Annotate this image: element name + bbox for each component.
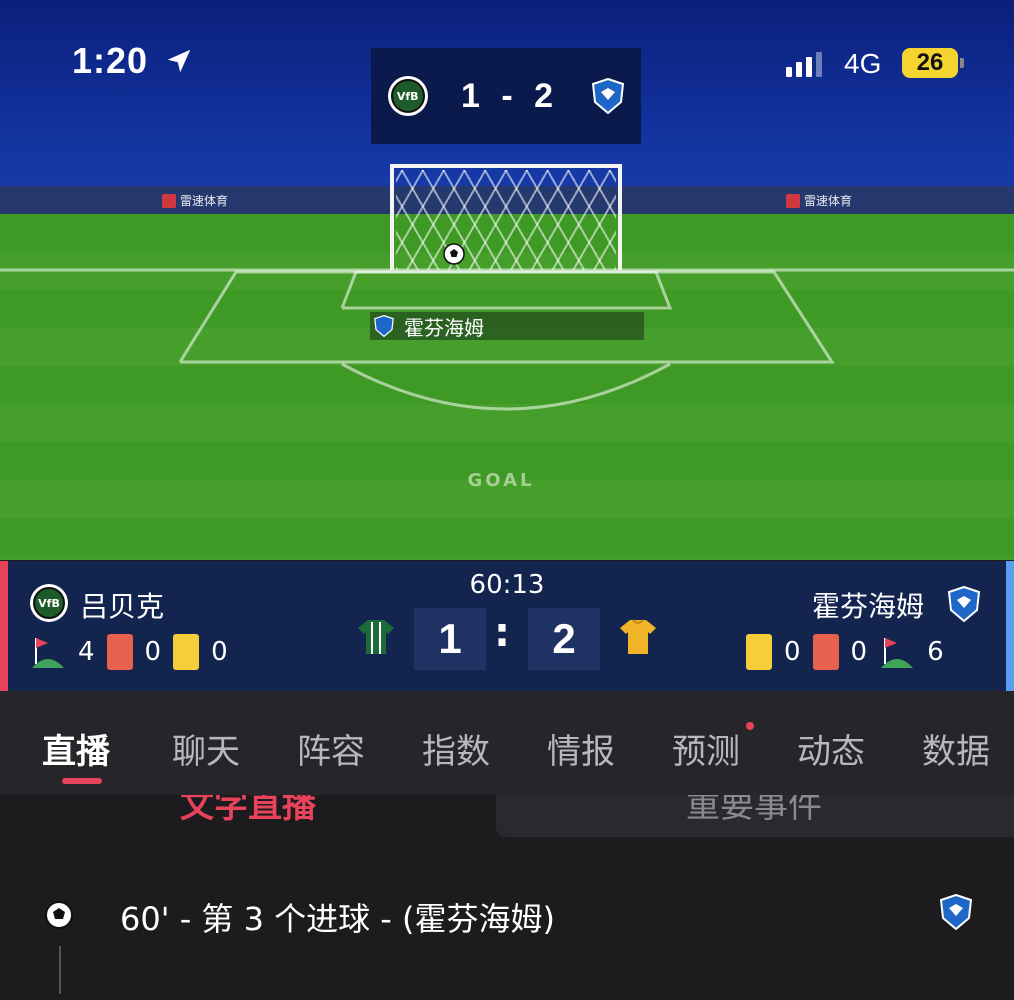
signal-strength-icon — [786, 52, 822, 77]
away-kit-icon — [620, 619, 656, 654]
goal-frame — [390, 164, 622, 270]
subtab-clip: 文字直播 重要事件 — [0, 795, 1014, 837]
away-score: 2 — [528, 608, 600, 670]
notification-dot — [746, 722, 754, 730]
tab-stats[interactable]: 数据 — [922, 724, 990, 773]
football-icon — [45, 901, 73, 929]
home-team-badge-icon: VfB — [30, 584, 68, 622]
ad-board-right-text: 雷速体育 — [804, 194, 853, 208]
corner-flag-icon — [881, 638, 914, 668]
away-team-shield-icon — [940, 894, 972, 930]
away-stats: 0 0 6 — [746, 634, 944, 670]
ad-board-right: 雷速体育 — [786, 192, 852, 209]
leisu-logo-icon — [786, 193, 800, 208]
away-yellow-cards: 0 — [784, 637, 801, 667]
event-text: 60' - 第 3 个进球 - (霍芬海姆) — [120, 900, 555, 938]
subtab-text-live[interactable]: 文字直播 — [180, 795, 316, 827]
battery-cap — [960, 58, 964, 68]
tab-news[interactable]: 动态 — [797, 724, 865, 773]
home-kit-icon — [358, 620, 394, 654]
away-corners: 6 — [927, 637, 944, 667]
corner-flag-icon — [32, 638, 64, 668]
network-type: 4G — [844, 48, 882, 79]
goal-event-label: GOAL — [467, 470, 535, 491]
red-card-icon — [106, 634, 133, 670]
away-team-shield-icon — [948, 586, 980, 622]
active-tab-indicator — [62, 778, 102, 784]
home-yellow-cards: 0 — [211, 637, 228, 667]
home-team-badge-icon: VfB — [387, 76, 428, 116]
home-badge-text: VfB — [33, 587, 65, 619]
battery-icon: 26 — [902, 48, 958, 78]
subtab-key-events[interactable]: 重要事件 — [686, 795, 822, 827]
away-team-name[interactable]: 霍芬海姆 — [812, 585, 924, 625]
football-icon — [443, 243, 465, 265]
home-stats: 4 0 0 — [30, 634, 228, 670]
tab-live[interactable]: 直播 — [42, 724, 110, 773]
tab-chat[interactable]: 聊天 — [172, 724, 240, 773]
home-red-cards: 0 — [144, 637, 162, 667]
red-card-icon — [812, 634, 839, 670]
ad-board-left: 雷速体育 — [162, 192, 228, 209]
top-scoreboard: VfB 1 - 2 — [371, 48, 641, 144]
timeline-line — [59, 946, 61, 994]
home-corners: 4 — [78, 637, 95, 667]
leisu-logo-icon — [162, 193, 176, 208]
tab-intel[interactable]: 情报 — [547, 724, 615, 773]
away-red-cards: 0 — [850, 637, 868, 667]
tab-prediction[interactable]: 预测 — [672, 724, 740, 773]
top-score: 1 - 2 — [460, 76, 560, 115]
away-team-shield-icon — [374, 315, 394, 337]
ad-board-left-text: 雷速体育 — [180, 194, 229, 208]
home-score: 1 — [414, 608, 486, 670]
home-team-name[interactable]: 吕贝克 — [80, 585, 164, 625]
away-team-shield-icon — [592, 78, 625, 114]
yellow-card-icon — [746, 634, 772, 670]
scorer-team-name: 霍芬海姆 — [404, 315, 484, 340]
home-badge-text: VfB — [390, 79, 425, 113]
yellow-card-icon — [173, 634, 200, 670]
tab-odds[interactable]: 指数 — [422, 724, 490, 773]
location-arrow-icon — [167, 49, 191, 73]
status-time: 1:20 — [72, 40, 149, 81]
scorer-tag: 霍芬海姆 — [370, 312, 644, 340]
tab-lineup[interactable]: 阵容 — [297, 724, 365, 773]
score-separator: : — [494, 610, 510, 656]
